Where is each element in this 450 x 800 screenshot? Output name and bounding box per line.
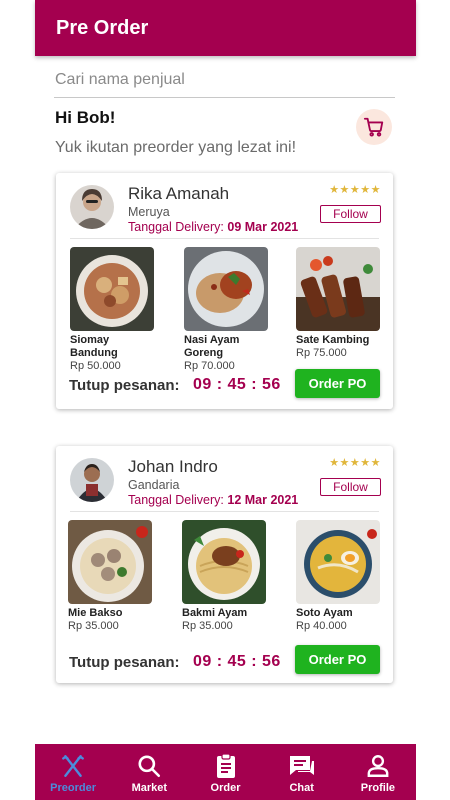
product-name: Soto Ayam bbox=[296, 607, 353, 619]
product-price: Rp 40.000 bbox=[296, 620, 347, 632]
phone-screen: Pre Order Hi Bob! Yuk ikutan preorder ya… bbox=[35, 0, 416, 800]
delivery-date: 12 Mar 2021 bbox=[227, 493, 299, 507]
seller-card: Rika Amanah Meruya Tanggal Delivery: 09 … bbox=[56, 173, 393, 409]
product-item[interactable]: Bakmi Ayam Rp 35.000 bbox=[182, 520, 266, 633]
chat-icon bbox=[288, 752, 316, 780]
subtitle-text: Yuk ikutan preorder yang lezat ini! bbox=[55, 139, 297, 156]
close-order-label: Tutup pesanan: bbox=[69, 377, 180, 394]
divider bbox=[70, 238, 379, 239]
rating-stars: ★★★★★ bbox=[329, 184, 381, 196]
product-price: Rp 35.000 bbox=[68, 620, 119, 632]
product-image bbox=[182, 520, 266, 604]
product-name: Nasi Ayam Goreng bbox=[184, 334, 240, 359]
countdown-timer: 09 : 45 : 56 bbox=[193, 653, 281, 670]
divider bbox=[70, 511, 379, 512]
seller-name: Johan Indro bbox=[128, 457, 218, 476]
greeting-text: Hi Bob! bbox=[55, 108, 116, 127]
delivery-date-line: Tanggal Delivery: 09 Mar 2021 bbox=[128, 220, 298, 234]
delivery-label: Tanggal Delivery: bbox=[128, 493, 224, 507]
follow-button[interactable]: Follow bbox=[320, 205, 381, 223]
rating-stars: ★★★★★ bbox=[329, 457, 381, 469]
close-order-label: Tutup pesanan: bbox=[69, 654, 180, 671]
app-bar: Pre Order bbox=[35, 0, 416, 56]
avatar bbox=[70, 458, 114, 502]
product-image bbox=[70, 247, 154, 331]
page-title: Pre Order bbox=[56, 16, 149, 39]
delivery-date: 09 Mar 2021 bbox=[227, 220, 299, 234]
seller-location: Gandaria bbox=[128, 478, 180, 492]
product-name: Mie Bakso bbox=[68, 607, 123, 619]
cart-icon bbox=[363, 117, 384, 137]
person-icon bbox=[365, 752, 391, 780]
product-price: Rp 70.000 bbox=[184, 360, 235, 372]
nav-item-preorder[interactable]: Preorder bbox=[35, 744, 111, 800]
follow-button[interactable]: Follow bbox=[320, 478, 381, 496]
product-name: Sate Kambing bbox=[296, 334, 370, 346]
seller-name: Rika Amanah bbox=[128, 184, 230, 203]
countdown-timer: 09 : 45 : 56 bbox=[193, 376, 281, 393]
nav-label: Profile bbox=[360, 782, 396, 794]
product-item[interactable]: Mie Bakso Rp 35.000 bbox=[68, 520, 152, 633]
search-input[interactable] bbox=[54, 62, 395, 97]
delivery-date-line: Tanggal Delivery: 12 Mar 2021 bbox=[128, 493, 298, 507]
product-item[interactable]: Siomay Bandung Rp 50.000 bbox=[70, 247, 154, 373]
bottom-nav: Preorder Market Order Chat Profile bbox=[35, 744, 416, 800]
order-po-button[interactable]: Order PO bbox=[295, 369, 380, 398]
avatar bbox=[70, 185, 114, 229]
order-po-button[interactable]: Order PO bbox=[295, 645, 380, 674]
cart-button[interactable] bbox=[356, 109, 392, 145]
product-image bbox=[296, 520, 380, 604]
product-price: Rp 35.000 bbox=[182, 620, 233, 632]
nav-item-order[interactable]: Order bbox=[187, 744, 263, 800]
seller-card: Johan Indro Gandaria Tanggal Delivery: 1… bbox=[56, 446, 393, 683]
product-image bbox=[184, 247, 268, 331]
clipboard-icon bbox=[214, 752, 238, 780]
nav-item-chat[interactable]: Chat bbox=[264, 744, 340, 800]
product-image bbox=[68, 520, 152, 604]
product-item[interactable]: Sate Kambing Rp 75.000 bbox=[296, 247, 380, 360]
nav-label: Preorder bbox=[50, 782, 97, 794]
nav-label: Order bbox=[210, 782, 241, 794]
nav-item-profile[interactable]: Profile bbox=[340, 744, 416, 800]
nav-label: Market bbox=[131, 782, 168, 794]
product-image bbox=[296, 247, 380, 331]
product-item[interactable]: Nasi Ayam Goreng Rp 70.000 bbox=[184, 247, 268, 373]
product-item[interactable]: Soto Ayam Rp 40.000 bbox=[296, 520, 380, 633]
product-name: Bakmi Ayam bbox=[182, 607, 248, 619]
product-name: Siomay Bandung bbox=[70, 334, 118, 359]
utensils-icon bbox=[60, 752, 86, 780]
search-icon bbox=[136, 752, 162, 780]
delivery-label: Tanggal Delivery: bbox=[128, 220, 224, 234]
product-price: Rp 50.000 bbox=[70, 360, 121, 372]
nav-item-market[interactable]: Market bbox=[111, 744, 187, 800]
seller-location: Meruya bbox=[128, 205, 170, 219]
nav-label: Chat bbox=[289, 782, 314, 794]
product-price: Rp 75.000 bbox=[296, 347, 347, 359]
search-bar bbox=[54, 62, 395, 98]
